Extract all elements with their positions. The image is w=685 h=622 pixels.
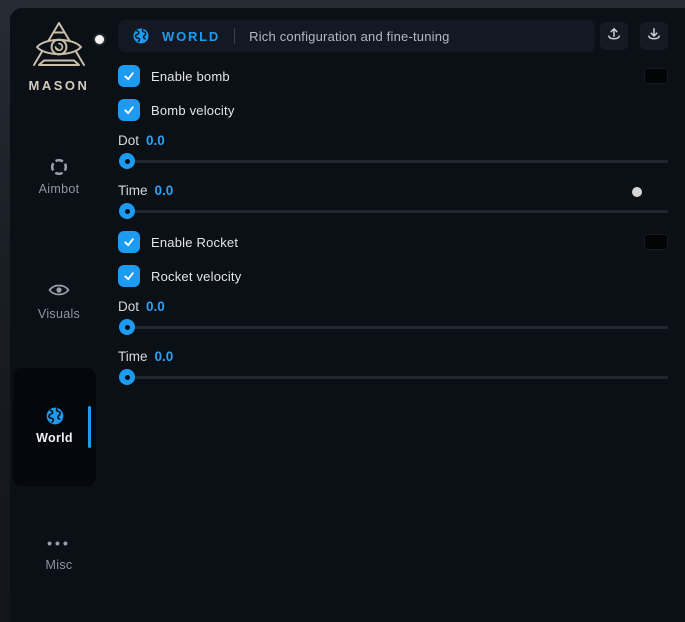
slider-value: 0.0: [155, 183, 174, 198]
slider-group-bomb-time: Time 0.0: [118, 183, 668, 219]
logo-text: MASON: [10, 78, 108, 93]
slider[interactable]: [118, 319, 668, 335]
checkbox-label: Bomb velocity: [151, 103, 235, 118]
setting-row-rocket-velocity: Rocket velocity: [118, 265, 668, 287]
globe-icon: [13, 406, 96, 426]
slider-label: Time: [118, 349, 148, 364]
sidebar-item-visuals[interactable]: Visuals: [10, 282, 108, 321]
slider-label-row: Dot 0.0: [118, 299, 668, 314]
slider-value: 0.0: [146, 299, 165, 314]
setting-row-bomb-velocity: Bomb velocity: [118, 99, 668, 121]
slider-group-rocket-dot: Dot 0.0: [118, 299, 668, 335]
sidebar-item-aimbot[interactable]: Aimbot: [10, 157, 108, 196]
slider-label-row: Time 0.0: [118, 349, 668, 364]
checkbox-enable-bomb[interactable]: [118, 65, 140, 87]
sidebar-item-label: Visuals: [10, 307, 108, 321]
checkbox-rocket-velocity[interactable]: [118, 265, 140, 287]
app-screen: MASON Aimbot Visuals: [0, 0, 685, 622]
checkbox-label: Rocket velocity: [151, 269, 241, 284]
app-window: MASON Aimbot Visuals: [10, 8, 685, 622]
slider-value: 0.0: [155, 349, 174, 364]
slider-group-bomb-dot: Dot 0.0: [118, 133, 668, 169]
checkbox-label: Enable Rocket: [151, 235, 238, 250]
masonic-eye-logo-icon: [10, 20, 108, 74]
slider-track[interactable]: [120, 326, 668, 329]
slider[interactable]: [118, 153, 668, 169]
setting-row-enable-bomb: Enable bomb: [118, 65, 668, 87]
slider[interactable]: [118, 203, 668, 219]
slider-label-row: Dot 0.0: [118, 133, 668, 148]
slider-group-rocket-time: Time 0.0: [118, 349, 668, 385]
slider-thumb[interactable]: [119, 153, 135, 169]
upload-icon: [606, 26, 622, 47]
slider-thumb[interactable]: [119, 369, 135, 385]
sidebar-item-label: Aimbot: [10, 182, 108, 196]
checkbox-label: Enable bomb: [151, 69, 230, 84]
setting-row-enable-rocket: Enable Rocket: [118, 231, 668, 253]
color-swatch[interactable]: [644, 68, 668, 84]
checkbox-bomb-velocity[interactable]: [118, 99, 140, 121]
crosshair-icon: [10, 157, 108, 177]
slider[interactable]: [118, 369, 668, 385]
active-tab-indicator: [88, 406, 91, 448]
main-content: WORLD Rich configuration and fine-tuning: [118, 20, 668, 385]
color-swatch[interactable]: [644, 234, 668, 250]
app-logo: MASON: [10, 20, 108, 93]
slider-value: 0.0: [146, 133, 165, 148]
upload-config-button[interactable]: [600, 22, 628, 50]
slider-track[interactable]: [120, 210, 668, 213]
slider-label-row: Time 0.0: [118, 183, 668, 198]
eye-icon: [10, 282, 108, 302]
sidebar-item-label: World: [13, 431, 96, 445]
sidebar-item-label: Misc: [10, 558, 108, 572]
sidebar-item-world[interactable]: World: [13, 368, 96, 486]
slider-label: Dot: [118, 299, 139, 314]
page-header: WORLD Rich configuration and fine-tuning: [118, 20, 668, 52]
slider-label: Time: [118, 183, 148, 198]
page-subtitle: Rich configuration and fine-tuning: [249, 29, 449, 44]
slider-track[interactable]: [120, 160, 668, 163]
slider-thumb[interactable]: [119, 319, 135, 335]
checkbox-enable-rocket[interactable]: [118, 231, 140, 253]
globe-icon: [132, 27, 150, 45]
particle-dot: [632, 187, 642, 197]
header-separator: [234, 28, 235, 44]
download-icon: [646, 26, 662, 47]
ellipsis-icon: •••: [10, 536, 108, 556]
slider-label: Dot: [118, 133, 139, 148]
cursor-dot: [95, 35, 104, 44]
slider-track[interactable]: [120, 376, 668, 379]
slider-thumb[interactable]: [119, 203, 135, 219]
sidebar-item-misc[interactable]: ••• Misc: [10, 536, 108, 572]
page-header-bar: WORLD Rich configuration and fine-tuning: [118, 20, 595, 52]
download-config-button[interactable]: [640, 22, 668, 50]
sidebar: MASON Aimbot Visuals: [10, 8, 108, 622]
page-title: WORLD: [162, 29, 220, 44]
